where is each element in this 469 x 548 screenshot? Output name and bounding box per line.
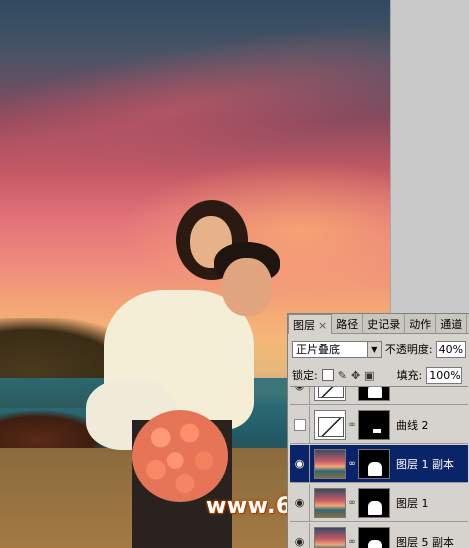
visibility-toggle[interactable]: ◉ [290,444,310,483]
mask-thumbnail [358,409,390,440]
visibility-toggle[interactable]: ◉ [290,522,310,548]
tab-actions[interactable]: 动作 [405,314,437,334]
link-icon: ∞ [348,419,356,430]
layer-row[interactable]: ∞ 曲线 2 [290,405,468,444]
layer-name: 图层 1 [396,496,429,510]
chevron-down-icon[interactable]: ▼ [366,341,381,357]
eye-icon: ◉ [294,457,305,470]
layer-row[interactable]: ◉ ∞ 图层 1 [290,483,468,522]
workspace-background [390,0,469,313]
layer-row[interactable]: ◉ ∞ 图层 5 副本 [290,522,468,548]
opacity-input[interactable]: 40% [435,340,466,358]
layers-list: ◉ ∞ ∞ 曲线 2 ◉ ∞ 图层 1 副本 ◉ ∞ 图层 1 [290,386,468,548]
tab-layers[interactable]: 图层 × [288,314,333,334]
mask-thumbnail [358,387,390,401]
mask-thumbnail [358,526,390,548]
opacity-label: 不透明度: [384,343,433,356]
link-icon: ∞ [348,497,356,508]
mask-thumbnail [358,487,390,518]
tab-history[interactable]: 史记录 [363,314,406,334]
blend-mode-select[interactable]: 正片叠底 ▼ [292,340,382,358]
curves-thumbnail [314,409,346,440]
panel-tabs: 图层 × 路径 史记录 动作 通道 [288,314,469,334]
brush-icon[interactable]: ✎ [338,369,347,382]
layer-row[interactable]: ◉ ∞ [290,387,468,405]
man-face [222,258,272,316]
mask-thumbnail [358,448,390,479]
layer-name: 曲线 2 [396,418,429,432]
hidden-box-icon [293,418,306,431]
layer-thumbnail [314,526,346,548]
eye-icon: ◉ [295,387,305,392]
tab-layers-label: 图层 [293,319,315,332]
visibility-toggle[interactable]: ◉ [290,483,310,522]
lock-label: 锁定: [292,369,318,382]
lock-transparency-icon[interactable] [321,369,334,381]
eye-icon: ◉ [294,535,305,548]
visibility-toggle[interactable] [290,405,310,444]
adjustment-thumbnail [314,387,346,401]
link-icon: ∞ [348,458,356,469]
lock-row: 锁定: ✎ ✥ ▣ 填充: 100% [292,366,468,384]
lock-icon[interactable]: ▣ [364,369,374,382]
move-icon[interactable]: ✥ [351,369,360,382]
layer-thumbnail [314,487,346,518]
tab-paths[interactable]: 路径 [332,314,364,334]
layers-panel: 图层 × 路径 史记录 动作 通道 正片叠底 ▼ 不透明度: 40% 锁定: ✎ … [287,313,469,548]
blend-mode-value: 正片叠底 [296,343,340,356]
layer-row-selected[interactable]: ◉ ∞ 图层 1 副本 [290,444,468,483]
close-icon[interactable]: × [318,319,327,332]
link-icon: ∞ [348,536,356,547]
visibility-toggle[interactable]: ◉ [290,387,310,405]
tab-channels[interactable]: 通道 [436,314,468,334]
rose-bouquet [132,410,228,502]
layer-thumbnail [314,448,346,479]
blend-row: 正片叠底 ▼ 不透明度: 40% [292,340,466,358]
link-icon: ∞ [348,387,356,391]
layer-name: 图层 1 副本 [396,457,454,471]
fill-input[interactable]: 100% [426,366,463,384]
fill-label: 填充: [396,369,423,382]
eye-icon: ◉ [294,496,305,509]
layer-name: 图层 5 副本 [396,535,454,548]
